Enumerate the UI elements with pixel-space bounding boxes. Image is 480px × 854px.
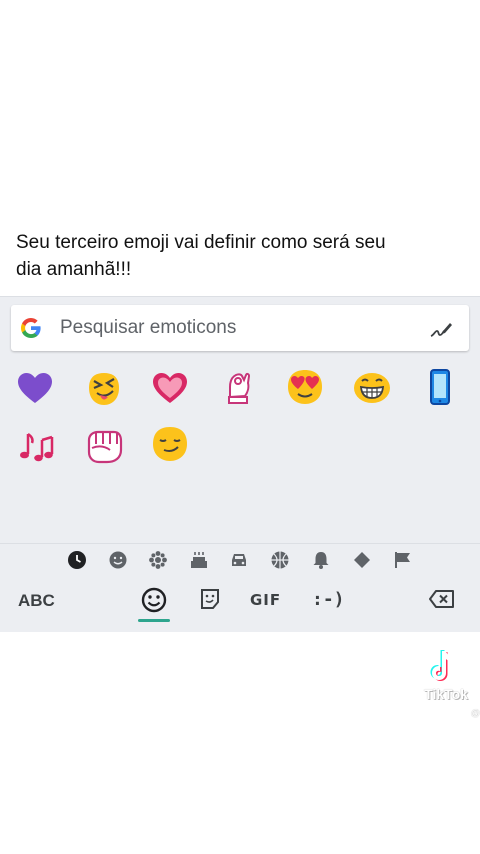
backspace-icon[interactable] bbox=[428, 587, 456, 611]
pink-heart-icon[interactable] bbox=[150, 369, 190, 409]
smiley-icon bbox=[141, 587, 167, 613]
objects-icon[interactable] bbox=[311, 550, 331, 570]
mobile-phone-icon[interactable] bbox=[420, 367, 460, 407]
keyboard-toolbar: ABC GIF :-) bbox=[0, 581, 480, 627]
smirking-face-icon[interactable] bbox=[150, 424, 190, 464]
pen-icon[interactable] bbox=[429, 319, 453, 339]
emoji-search-bar[interactable]: Pesquisar emoticons bbox=[11, 305, 469, 351]
tiktok-brand: TikTok bbox=[424, 686, 468, 702]
music-notes-icon[interactable] bbox=[16, 426, 56, 466]
tiktok-watermark: TikTok @ bbox=[410, 648, 480, 726]
fist-icon[interactable] bbox=[84, 426, 124, 466]
symbols-icon[interactable] bbox=[352, 550, 372, 570]
active-tab-indicator bbox=[138, 619, 170, 622]
recent-icon[interactable] bbox=[67, 550, 87, 570]
heart-eyes-face-icon[interactable] bbox=[285, 367, 325, 407]
post-caption: Seu terceiro emoji vai definir como será… bbox=[16, 229, 466, 283]
caption-line-2: dia amanhã!!! bbox=[16, 259, 132, 280]
gif-button[interactable]: GIF bbox=[250, 591, 281, 609]
activity-icon[interactable] bbox=[270, 550, 290, 570]
caption-line-1: Seu terceiro emoji vai definir como será… bbox=[16, 232, 386, 253]
emoji-keyboard: Pesquisar emoticons ABC GIF:-) bbox=[0, 296, 480, 632]
food-icon[interactable] bbox=[189, 550, 209, 570]
google-g-icon bbox=[21, 318, 41, 338]
search-placeholder: Pesquisar emoticons bbox=[60, 317, 237, 338]
tiktok-logo-icon bbox=[430, 650, 454, 681]
squinting-tongue-face-icon[interactable] bbox=[84, 369, 124, 409]
emoji-category-bar bbox=[0, 543, 480, 573]
ok-hand-icon[interactable] bbox=[218, 367, 258, 407]
abc-button[interactable]: ABC bbox=[18, 591, 55, 611]
flags-icon[interactable] bbox=[393, 550, 413, 570]
nature-icon[interactable] bbox=[148, 550, 168, 570]
emoji-tab-button[interactable] bbox=[138, 585, 170, 625]
emoticon-button[interactable]: :-) bbox=[312, 589, 345, 610]
smileys-icon[interactable] bbox=[108, 550, 128, 570]
grinning-face-icon[interactable] bbox=[352, 367, 392, 407]
travel-icon[interactable] bbox=[229, 550, 249, 570]
purple-heart-icon[interactable] bbox=[15, 369, 55, 409]
tiktok-handle: @ bbox=[470, 708, 480, 718]
sticker-icon[interactable] bbox=[198, 587, 222, 611]
